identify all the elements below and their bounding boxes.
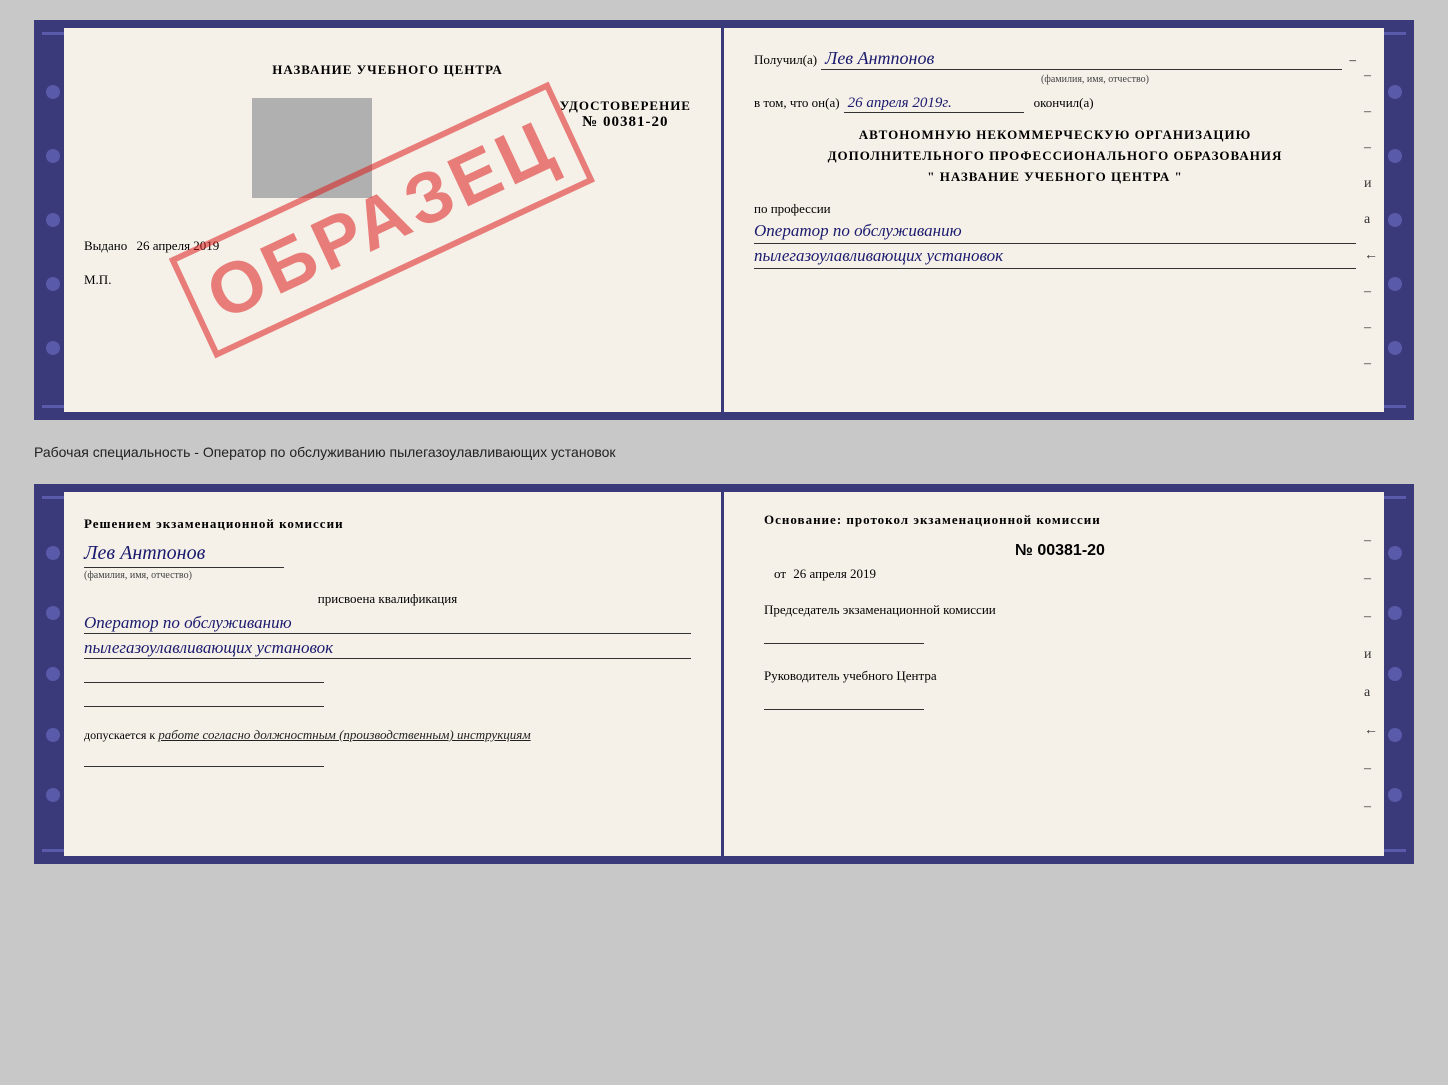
document-container: НАЗВАНИЕ УЧЕБНОГО ЦЕНТРА УДОСТОВЕРЕНИЕ №… <box>34 20 1414 864</box>
right-dashes: – – – и а ← – – – <box>1364 28 1378 412</box>
okonchil-label: окончил(а) <box>1034 95 1094 111</box>
profession-label: по профессии <box>754 201 1356 217</box>
name-underline <box>84 567 284 568</box>
bottom-certificate: Решением экзаменационной комиссии Лев Ан… <box>34 484 1414 864</box>
photo-placeholder <box>252 98 372 198</box>
bottom-spine-right <box>1384 492 1406 856</box>
mp-line: М.П. <box>84 272 691 288</box>
vtom-date: 26 апреля 2019г. <box>844 95 1024 113</box>
org-line3: " НАЗВАНИЕ УЧЕБНОГО ЦЕНТРА " <box>754 167 1356 188</box>
protocol-num: № 00381-20 <box>764 542 1356 560</box>
org-line2: ДОПОЛНИТЕЛЬНОГО ПРОФЕССИОНАЛЬНОГО ОБРАЗО… <box>754 146 1356 167</box>
dash1: – <box>1350 52 1357 68</box>
vydano-line: Выдано 26 апреля 2019 <box>84 238 691 254</box>
rukov-sig-line <box>764 692 924 710</box>
ot-date: 26 апреля 2019 <box>793 566 876 581</box>
separator-label: Рабочая специальность - Оператор по обсл… <box>34 438 1414 466</box>
ot-label: от <box>774 566 786 581</box>
qual-line1: Оператор по обслуживанию <box>84 613 691 634</box>
vtom-label: в том, что он(а) <box>754 95 840 111</box>
udost-title: УДОСТОВЕРЕНИЕ <box>560 98 691 114</box>
osnov-label: Основание: протокол экзаменационной коми… <box>764 512 1356 528</box>
profession-line1: Оператор по обслуживанию <box>754 221 1356 244</box>
predsedatel-label: Председатель экзаменационной комиссии <box>764 602 1356 618</box>
dopusk-line: допускается к работе согласно должностны… <box>84 727 691 743</box>
handwritten-name: Лев Антпонов <box>84 542 691 565</box>
predsedatel-block: Председатель экзаменационной комиссии <box>764 602 1356 644</box>
cert-right-page: Получил(a) Лев Антпонов – (фамилия, имя,… <box>724 28 1406 412</box>
fio-sub-bottom: (фамилия, имя, отчество) <box>84 570 691 581</box>
qual-line2: пылегазоулавливающих установок <box>84 638 691 659</box>
vydano-date: 26 апреля 2019 <box>137 238 220 253</box>
vydano-label: Выдано <box>84 238 127 253</box>
dopusk-value: работе согласно должностным (производств… <box>158 727 530 742</box>
komissia-title: Решением экзаменационной комиссии <box>84 516 691 532</box>
rukov-block: Руководитель учебного Центра <box>764 668 1356 710</box>
top-certificate: НАЗВАНИЕ УЧЕБНОГО ЦЕНТРА УДОСТОВЕРЕНИЕ №… <box>34 20 1414 420</box>
poluchil-line: Получил(a) Лев Антпонов – <box>754 48 1356 70</box>
bottom-left-page: Решением экзаменационной комиссии Лев Ан… <box>42 492 724 856</box>
poluchil-name: Лев Антпонов <box>825 48 934 68</box>
fio-sub: (фамилия, имя, отчество) <box>834 74 1356 85</box>
center-title: НАЗВАНИЕ УЧЕБНОГО ЦЕНТРА <box>84 62 691 78</box>
bottom-right-dashes: – – – и а ← – – <box>1364 492 1378 856</box>
prisvoena-label: присвоена квалификация <box>84 591 691 607</box>
poluchil-label: Получил(a) <box>754 52 817 68</box>
poluchil-value: Лев Антпонов <box>821 48 1341 70</box>
profession-block: по профессии Оператор по обслуживанию пы… <box>754 201 1356 269</box>
udost-block: УДОСТОВЕРЕНИЕ № 00381-20 <box>560 98 691 131</box>
rukov-label: Руководитель учебного Центра <box>764 668 1356 684</box>
profession-line2: пылегазоулавливающих установок <box>754 246 1356 269</box>
predsedatel-sig-line <box>764 626 924 644</box>
org-line1: АВТОНОМНУЮ НЕКОММЕРЧЕСКУЮ ОРГАНИЗАЦИЮ <box>754 125 1356 146</box>
ot-date-line: от 26 апреля 2019 <box>764 566 1356 582</box>
cert-left-page: НАЗВАНИЕ УЧЕБНОГО ЦЕНТРА УДОСТОВЕРЕНИЕ №… <box>42 28 724 412</box>
vtom-line: в том, что он(а) 26 апреля 2019г. окончи… <box>754 95 1356 113</box>
bottom-right-page: Основание: протокол экзаменационной коми… <box>724 492 1406 856</box>
spine-right <box>1384 28 1406 412</box>
udost-num: № 00381-20 <box>560 114 691 131</box>
dopusk-label-text: допускается к <box>84 728 155 742</box>
org-block: АВТОНОМНУЮ НЕКОММЕРЧЕСКУЮ ОРГАНИЗАЦИЮ ДО… <box>754 125 1356 187</box>
